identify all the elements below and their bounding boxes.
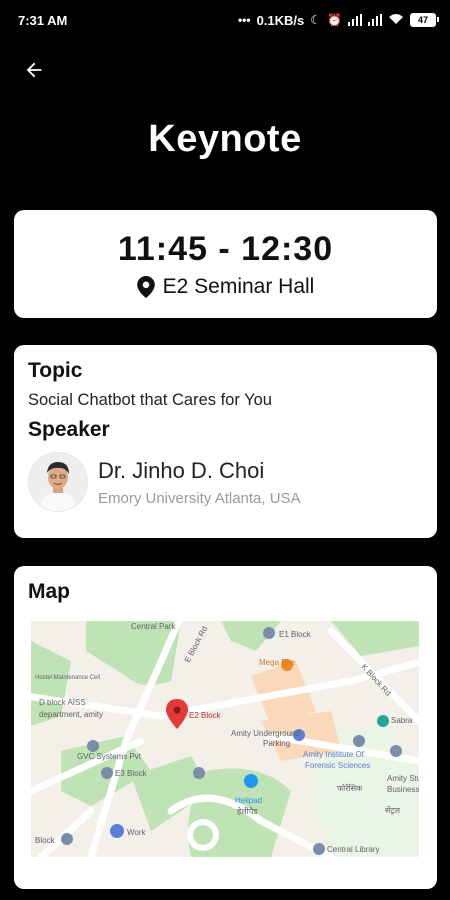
map-label-block: Block: [35, 836, 56, 845]
map-label-mega-bite: Mega Bite: [259, 658, 296, 667]
status-bar: 7:31 AM ••• 0.1KB/s ☾ ⏰ 47: [0, 0, 450, 40]
map-label-gvc: GVC Systems Pvt: [77, 752, 142, 761]
map-label-central-library: Central Library: [327, 845, 379, 854]
moon-icon: ☾: [310, 13, 322, 27]
map-label-forensic-1: Amity Institute Of: [303, 750, 365, 759]
signal-icon: [348, 14, 362, 26]
signal-icon-2: [368, 14, 382, 26]
campus-map[interactable]: Central Park E Block Rd E1 Block Mega Bi…: [31, 621, 419, 857]
session-time-card: 11:45 - 12:30 E2 Seminar Hall: [14, 210, 437, 318]
speaker-avatar: [28, 452, 88, 512]
map-label-e3-block: E3 Block: [115, 769, 148, 778]
status-time: 7:31 AM: [18, 12, 68, 28]
session-time: 11:45 - 12:30: [117, 230, 334, 268]
location-pin-icon: [136, 276, 155, 298]
map-label-amity-study-1: Amity Stu: [387, 774, 419, 783]
map-label: Map: [28, 580, 70, 603]
network-speed: 0.1KB/s: [256, 12, 305, 28]
map-label-amity-study-2: Business: [387, 785, 419, 794]
back-button[interactable]: [20, 56, 48, 84]
map-label-library-hi: सेंट्रल: [385, 805, 400, 815]
map-label-central-park: Central Park: [131, 622, 176, 631]
speaker-label: Speaker: [28, 418, 110, 441]
map-label-helipad: Helipad: [235, 796, 262, 805]
venue-name: E2 Seminar Hall: [162, 275, 315, 298]
map-label-forensic-2: Forensic Sciences: [305, 761, 370, 770]
venue-row: E2 Seminar Hall: [14, 275, 437, 299]
status-icons: ••• 0.1KB/s ☾ ⏰ 47: [237, 12, 439, 28]
speaker-affiliation: Emory University Atlanta, USA: [98, 489, 301, 507]
map-label-work: Work: [127, 828, 147, 837]
map-label-helipad-hi: हेलीपैड: [237, 806, 258, 816]
map-label-e1-block: E1 Block: [279, 630, 312, 639]
battery-icon: 47: [410, 13, 439, 27]
speaker-info: Dr. Jinho D. Choi Emory University Atlan…: [98, 458, 301, 507]
map-label-sabra: Sabra: [391, 716, 413, 725]
map-label-forensic-3: फोरेंसिक: [337, 783, 363, 793]
topic-label: Topic: [28, 359, 83, 382]
speaker-name: Dr. Jinho D. Choi: [98, 457, 265, 483]
map-label-d-block: D block AISS: [39, 698, 86, 707]
arrow-left-icon: [26, 62, 42, 78]
map-card: Map Central Park E Block Rd E1 Block Meg…: [14, 566, 437, 889]
more-dots-icon: •••: [237, 13, 251, 27]
details-card: Topic Social Chatbot that Cares for You …: [14, 345, 437, 538]
speaker-row[interactable]: Dr. Jinho D. Choi Emory University Atlan…: [28, 452, 423, 512]
map-label-hostel: Hostel Maintenance Cell: [35, 675, 100, 681]
map-label-parking: Parking: [263, 739, 290, 748]
map-label-e2-block: E2 Block: [189, 711, 222, 720]
page-title: Keynote: [148, 118, 302, 160]
map-label-d-block-2: department, amity: [39, 710, 103, 719]
wifi-icon: [388, 13, 404, 28]
topic-text: Social Chatbot that Cares for You: [28, 391, 272, 409]
alarm-icon: ⏰: [327, 13, 342, 27]
map-label-underground: Amity Underground: [231, 729, 300, 738]
